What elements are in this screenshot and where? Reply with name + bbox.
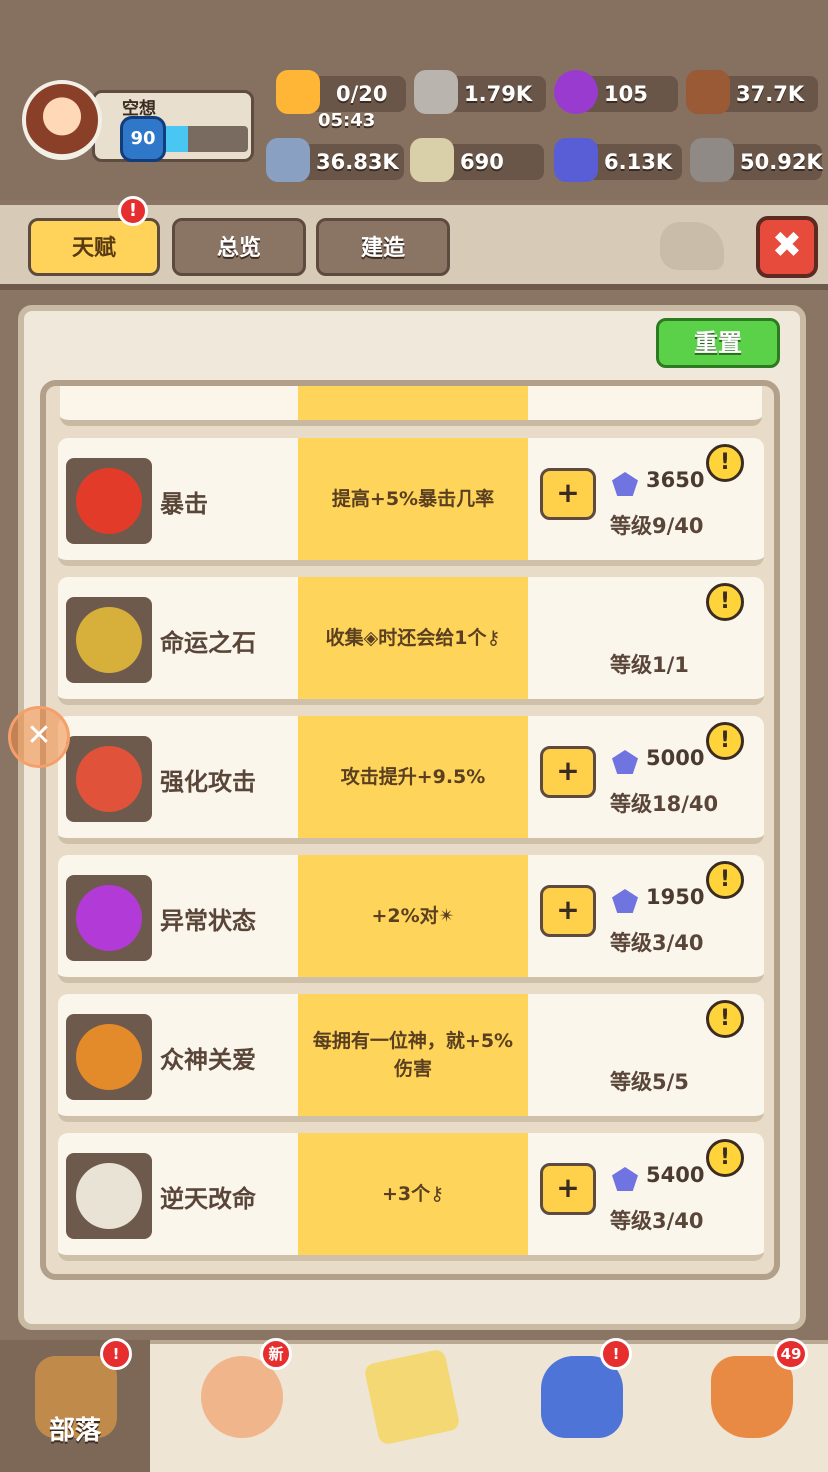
wood-logs-icon [686, 70, 730, 114]
talent-level: 等级1/1 [610, 653, 689, 677]
loot-bag-icon [711, 1356, 793, 1438]
info-icon[interactable]: ! [706, 444, 744, 482]
talent-title: 强化攻击 [160, 768, 256, 796]
talent-description: 攻击提升+9.5% [298, 716, 528, 838]
meat-icon [276, 70, 320, 114]
upgrade-plus-button[interactable]: + [540, 885, 596, 937]
energy-counter[interactable]: 0/20 [276, 70, 406, 114]
rock-icon [690, 138, 734, 182]
upgrade-cost: 3650 [646, 468, 705, 492]
info-icon[interactable]: ! [706, 1139, 744, 1177]
talent-description: +3个⚷ [298, 1133, 528, 1255]
dinosaur-decoration [660, 222, 724, 270]
talent-level: 等级18/40 [610, 792, 719, 816]
upgrade-cost: 5400 [646, 1163, 705, 1187]
nav-tribe-label: 部落 [48, 1416, 101, 1446]
fist-icon [76, 468, 142, 534]
gem-cost-icon [612, 1167, 638, 1191]
upgrade-plus-button[interactable]: + [540, 468, 596, 520]
talent-level: 等级9/40 [610, 514, 704, 538]
gem-counter[interactable]: 6.13K [554, 138, 682, 182]
upgrade-plus-button[interactable]: + [540, 1163, 596, 1215]
talent-row[interactable]: 暴击 提高+5%暴击几率 +3650 等级9/40! [58, 438, 764, 566]
talent-alert-badge: ! [118, 196, 148, 226]
tab-overview[interactable]: 总览 [172, 218, 306, 276]
golden-key-icon [76, 607, 142, 673]
info-icon[interactable]: ! [706, 1000, 744, 1038]
tab-talent[interactable]: 天赋 [28, 218, 160, 276]
partial-row [60, 386, 762, 426]
talent-title: 逆天改命 [160, 1185, 256, 1213]
talent-row[interactable]: 众神关爱 每拥有一位神，就+5%伤害等级5/5! [58, 994, 764, 1122]
gem-cost-icon [612, 472, 638, 496]
stone-counter[interactable]: 50.92K [690, 138, 823, 182]
talent-title: 异常状态 [160, 907, 256, 935]
nav-bag[interactable]: 49 [676, 1338, 826, 1472]
talent-icon-box [66, 1014, 152, 1100]
talent-icon-box [66, 736, 152, 822]
talent-level: 等级3/40 [610, 931, 704, 955]
talent-description: 收集◈时还会给1个⚷ [298, 577, 528, 699]
upgrade-cost: 5000 [646, 746, 705, 770]
nav-pets[interactable]: ! [506, 1338, 656, 1472]
talent-row[interactable]: 命运之石 收集◈时还会给1个⚷ 等级1/1! [58, 577, 764, 705]
player-level-badge: 90 [120, 116, 166, 162]
upgrade-plus-button[interactable]: + [540, 746, 596, 798]
status-burst-icon [76, 885, 142, 951]
talent-row[interactable]: 异常状态 +2%对✴ +1950 等级3/40! [58, 855, 764, 983]
talent-icon-box [66, 875, 152, 961]
nav-pets-badge: ! [600, 1338, 632, 1370]
fate-stone-icon [410, 138, 454, 182]
nut-counter[interactable]: 1.79K [414, 70, 546, 114]
floating-close-icon[interactable]: ✕ [8, 706, 70, 768]
pearl-counter[interactable]: 105 [554, 70, 678, 114]
fate-stone-counter[interactable]: 690 [410, 138, 544, 182]
reset-button[interactable]: 重置 [656, 318, 780, 368]
key-arrow-lv-icon [76, 1163, 142, 1229]
gem-cost-icon [612, 750, 638, 774]
hex-nut-icon [414, 70, 458, 114]
nav-heroes-badge: 新 [260, 1338, 292, 1370]
info-icon[interactable]: ! [706, 861, 744, 899]
upgrade-cost: 1950 [646, 885, 705, 909]
nav-bag-badge: 49 [774, 1338, 808, 1370]
wood-counter[interactable]: 37.7K [686, 70, 818, 114]
talent-title: 暴击 [160, 490, 208, 518]
player-avatar[interactable] [22, 80, 102, 160]
talent-icon-box [66, 458, 152, 544]
talent-icon-box [66, 597, 152, 683]
xp-bar [158, 126, 248, 152]
talent-description: +2%对✴ [298, 855, 528, 977]
info-icon[interactable]: ! [706, 583, 744, 621]
talent-description: 提高+5%暴击几率 [298, 438, 528, 560]
talent-row[interactable]: 强化攻击 攻击提升+9.5% +5000 等级18/40! [58, 716, 764, 844]
talent-row[interactable]: 逆天改命 +3个⚷ +5400 等级3/40! [58, 1133, 764, 1261]
talent-level: 等级5/5 [610, 1070, 689, 1094]
talent-icon-box [66, 1153, 152, 1239]
gem-cost-icon [612, 889, 638, 913]
sword-icon [76, 746, 142, 812]
energy-timer: 05:43 [318, 110, 376, 131]
nav-heroes[interactable]: 新 [166, 1338, 316, 1472]
talent-description: 每拥有一位神，就+5%伤害 [298, 994, 528, 1116]
nav-tribe-badge: ! [100, 1338, 132, 1370]
bone-counter[interactable]: 36.83K [266, 138, 404, 182]
god-ring-icon [76, 1024, 142, 1090]
talent-level: 等级3/40 [610, 1209, 704, 1233]
tab-build[interactable]: 建造 [316, 218, 450, 276]
purple-pearl-icon [554, 70, 598, 114]
close-button[interactable]: ✖ [756, 216, 818, 278]
talent-title: 命运之石 [160, 629, 256, 657]
info-icon[interactable]: ! [706, 722, 744, 760]
nav-tribe[interactable]: 部落 ! [0, 1338, 150, 1472]
blue-gem-icon [554, 138, 598, 182]
nav-map[interactable] [336, 1340, 486, 1472]
bone-icon [266, 138, 310, 182]
talent-title: 众神关爱 [160, 1046, 256, 1074]
treasure-map-icon [363, 1348, 461, 1446]
